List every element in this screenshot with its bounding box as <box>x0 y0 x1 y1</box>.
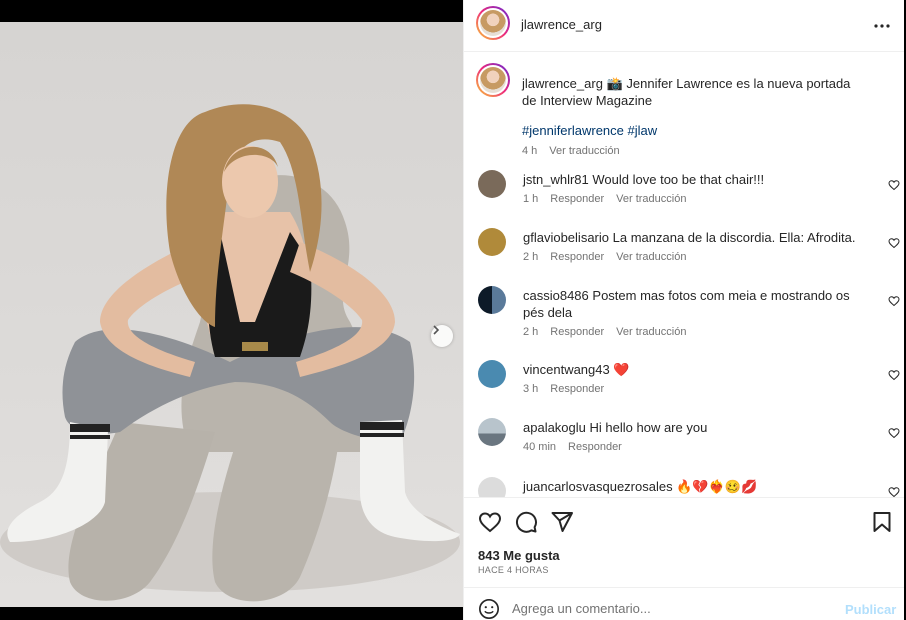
reply-button[interactable]: Responder <box>550 251 604 263</box>
comment-body: ❤️ <box>613 362 630 377</box>
reply-button[interactable]: Responder <box>550 383 604 395</box>
reply-button[interactable]: Responder <box>550 326 604 338</box>
avatar[interactable] <box>478 228 506 256</box>
avatar[interactable] <box>476 6 510 40</box>
see-translation-link[interactable]: Ver traducción <box>549 145 619 157</box>
next-photo-button[interactable] <box>431 325 453 347</box>
comment-bubble-icon[interactable] <box>514 510 538 534</box>
see-translation-link[interactable]: Ver traducción <box>616 326 686 338</box>
comment-username[interactable]: jstn_whlr81 <box>523 172 589 187</box>
comment-time: 3 h <box>523 383 539 395</box>
caption-hashtags[interactable]: #jenniferlawrence #jlaw <box>522 123 657 138</box>
comments-scroll[interactable]: jlawrence_arg 📸 Jennifer Lawrence es la … <box>464 53 905 497</box>
post-time-ago: HACE 4 HORAS <box>478 565 549 575</box>
caption-meta: 4 h Ver traducción <box>522 145 620 157</box>
avatar[interactable] <box>478 477 506 497</box>
avatar[interactable] <box>478 286 506 314</box>
comment-text: gflaviobelisario La manzana de la discor… <box>523 229 863 246</box>
like-comment-heart-icon[interactable] <box>888 179 900 191</box>
instagram-post-modal: jlawrence_arg jlawrence_arg 📸 Jennifer L… <box>0 0 906 620</box>
more-options-button[interactable] <box>870 14 894 38</box>
caption-username[interactable]: jlawrence_arg <box>522 76 603 91</box>
comment-time: 2 h <box>523 326 539 338</box>
photo-illustration <box>0 104 460 602</box>
post-header: jlawrence_arg <box>464 0 905 52</box>
comment-meta: 1 h Responder Ver traducción <box>523 193 686 205</box>
like-comment-heart-icon[interactable] <box>888 237 900 249</box>
share-send-icon[interactable] <box>550 510 574 534</box>
avatar[interactable] <box>478 170 506 198</box>
comment-text: apalakoglu Hi hello how are you <box>523 419 863 436</box>
comment-username[interactable]: gflaviobelisario <box>523 230 609 245</box>
avatar[interactable] <box>478 360 506 388</box>
comment-time: 1 h <box>523 193 539 205</box>
comment-username[interactable]: apalakoglu <box>523 420 586 435</box>
more-horizontal-icon <box>874 24 890 28</box>
save-bookmark-icon[interactable] <box>870 510 894 534</box>
like-heart-icon[interactable] <box>478 510 502 534</box>
like-comment-heart-icon[interactable] <box>888 427 900 439</box>
caption-text: jlawrence_arg 📸 Jennifer Lawrence es la … <box>522 75 862 109</box>
comment-body: Hi hello how are you <box>589 420 708 435</box>
see-translation-link[interactable]: Ver traducción <box>616 251 686 263</box>
post-username[interactable]: jlawrence_arg <box>521 17 602 32</box>
reply-button[interactable]: Responder <box>568 441 622 453</box>
see-translation-link[interactable]: Ver traducción <box>616 193 686 205</box>
comment-meta: 2 h Responder Ver traducción <box>523 251 686 263</box>
comment-input[interactable] <box>512 596 832 620</box>
comment-time: 2 h <box>523 251 539 263</box>
comment-username[interactable]: vincentwang43 <box>523 362 610 377</box>
emoji-icon[interactable] <box>478 598 500 620</box>
like-comment-heart-icon[interactable] <box>888 486 900 497</box>
caption-time: 4 h <box>522 145 538 157</box>
comment-username[interactable]: juancarlosvasquezrosales <box>523 479 673 494</box>
comment-meta: 40 min Responder <box>523 441 622 453</box>
comment-text: jstn_whlr81 Would love too be that chair… <box>523 171 863 188</box>
likes-count[interactable]: 843 Me gusta <box>478 548 560 563</box>
reply-button[interactable]: Responder <box>550 193 604 205</box>
like-comment-heart-icon[interactable] <box>888 295 900 307</box>
post-side-panel: jlawrence_arg jlawrence_arg 📸 Jennifer L… <box>463 0 905 620</box>
post-actions: 843 Me gusta HACE 4 HORAS <box>464 497 905 587</box>
comment-body: Would love too be that chair!!! <box>592 172 765 187</box>
backdrop-bottom <box>0 607 463 620</box>
comment-meta: 3 h Responder <box>523 383 604 395</box>
comment-text: vincentwang43 ❤️ <box>523 361 863 378</box>
comment-text: cassio8486 Postem mas fotos com meia e m… <box>523 287 863 321</box>
comment-text: juancarlosvasquezrosales 🔥💔❤️‍🔥🥴💋 <box>523 478 883 495</box>
chevron-right-icon <box>433 325 440 335</box>
camera-emoji: 📸 <box>606 76 623 91</box>
post-photo[interactable] <box>0 22 463 607</box>
backdrop <box>0 0 463 22</box>
comment-body: 🔥💔❤️‍🔥🥴💋 <box>676 479 758 494</box>
avatar[interactable] <box>476 63 510 97</box>
avatar[interactable] <box>478 418 506 446</box>
like-comment-heart-icon[interactable] <box>888 369 900 381</box>
comment-body: La manzana de la discordia. Ella: Afrodi… <box>612 230 856 245</box>
comment-username[interactable]: cassio8486 <box>523 288 589 303</box>
add-comment-bar: Publicar <box>464 587 905 620</box>
comment-time: 40 min <box>523 441 557 453</box>
comment-meta: 2 h Responder Ver traducción <box>523 326 686 338</box>
publish-button[interactable]: Publicar <box>845 602 896 617</box>
